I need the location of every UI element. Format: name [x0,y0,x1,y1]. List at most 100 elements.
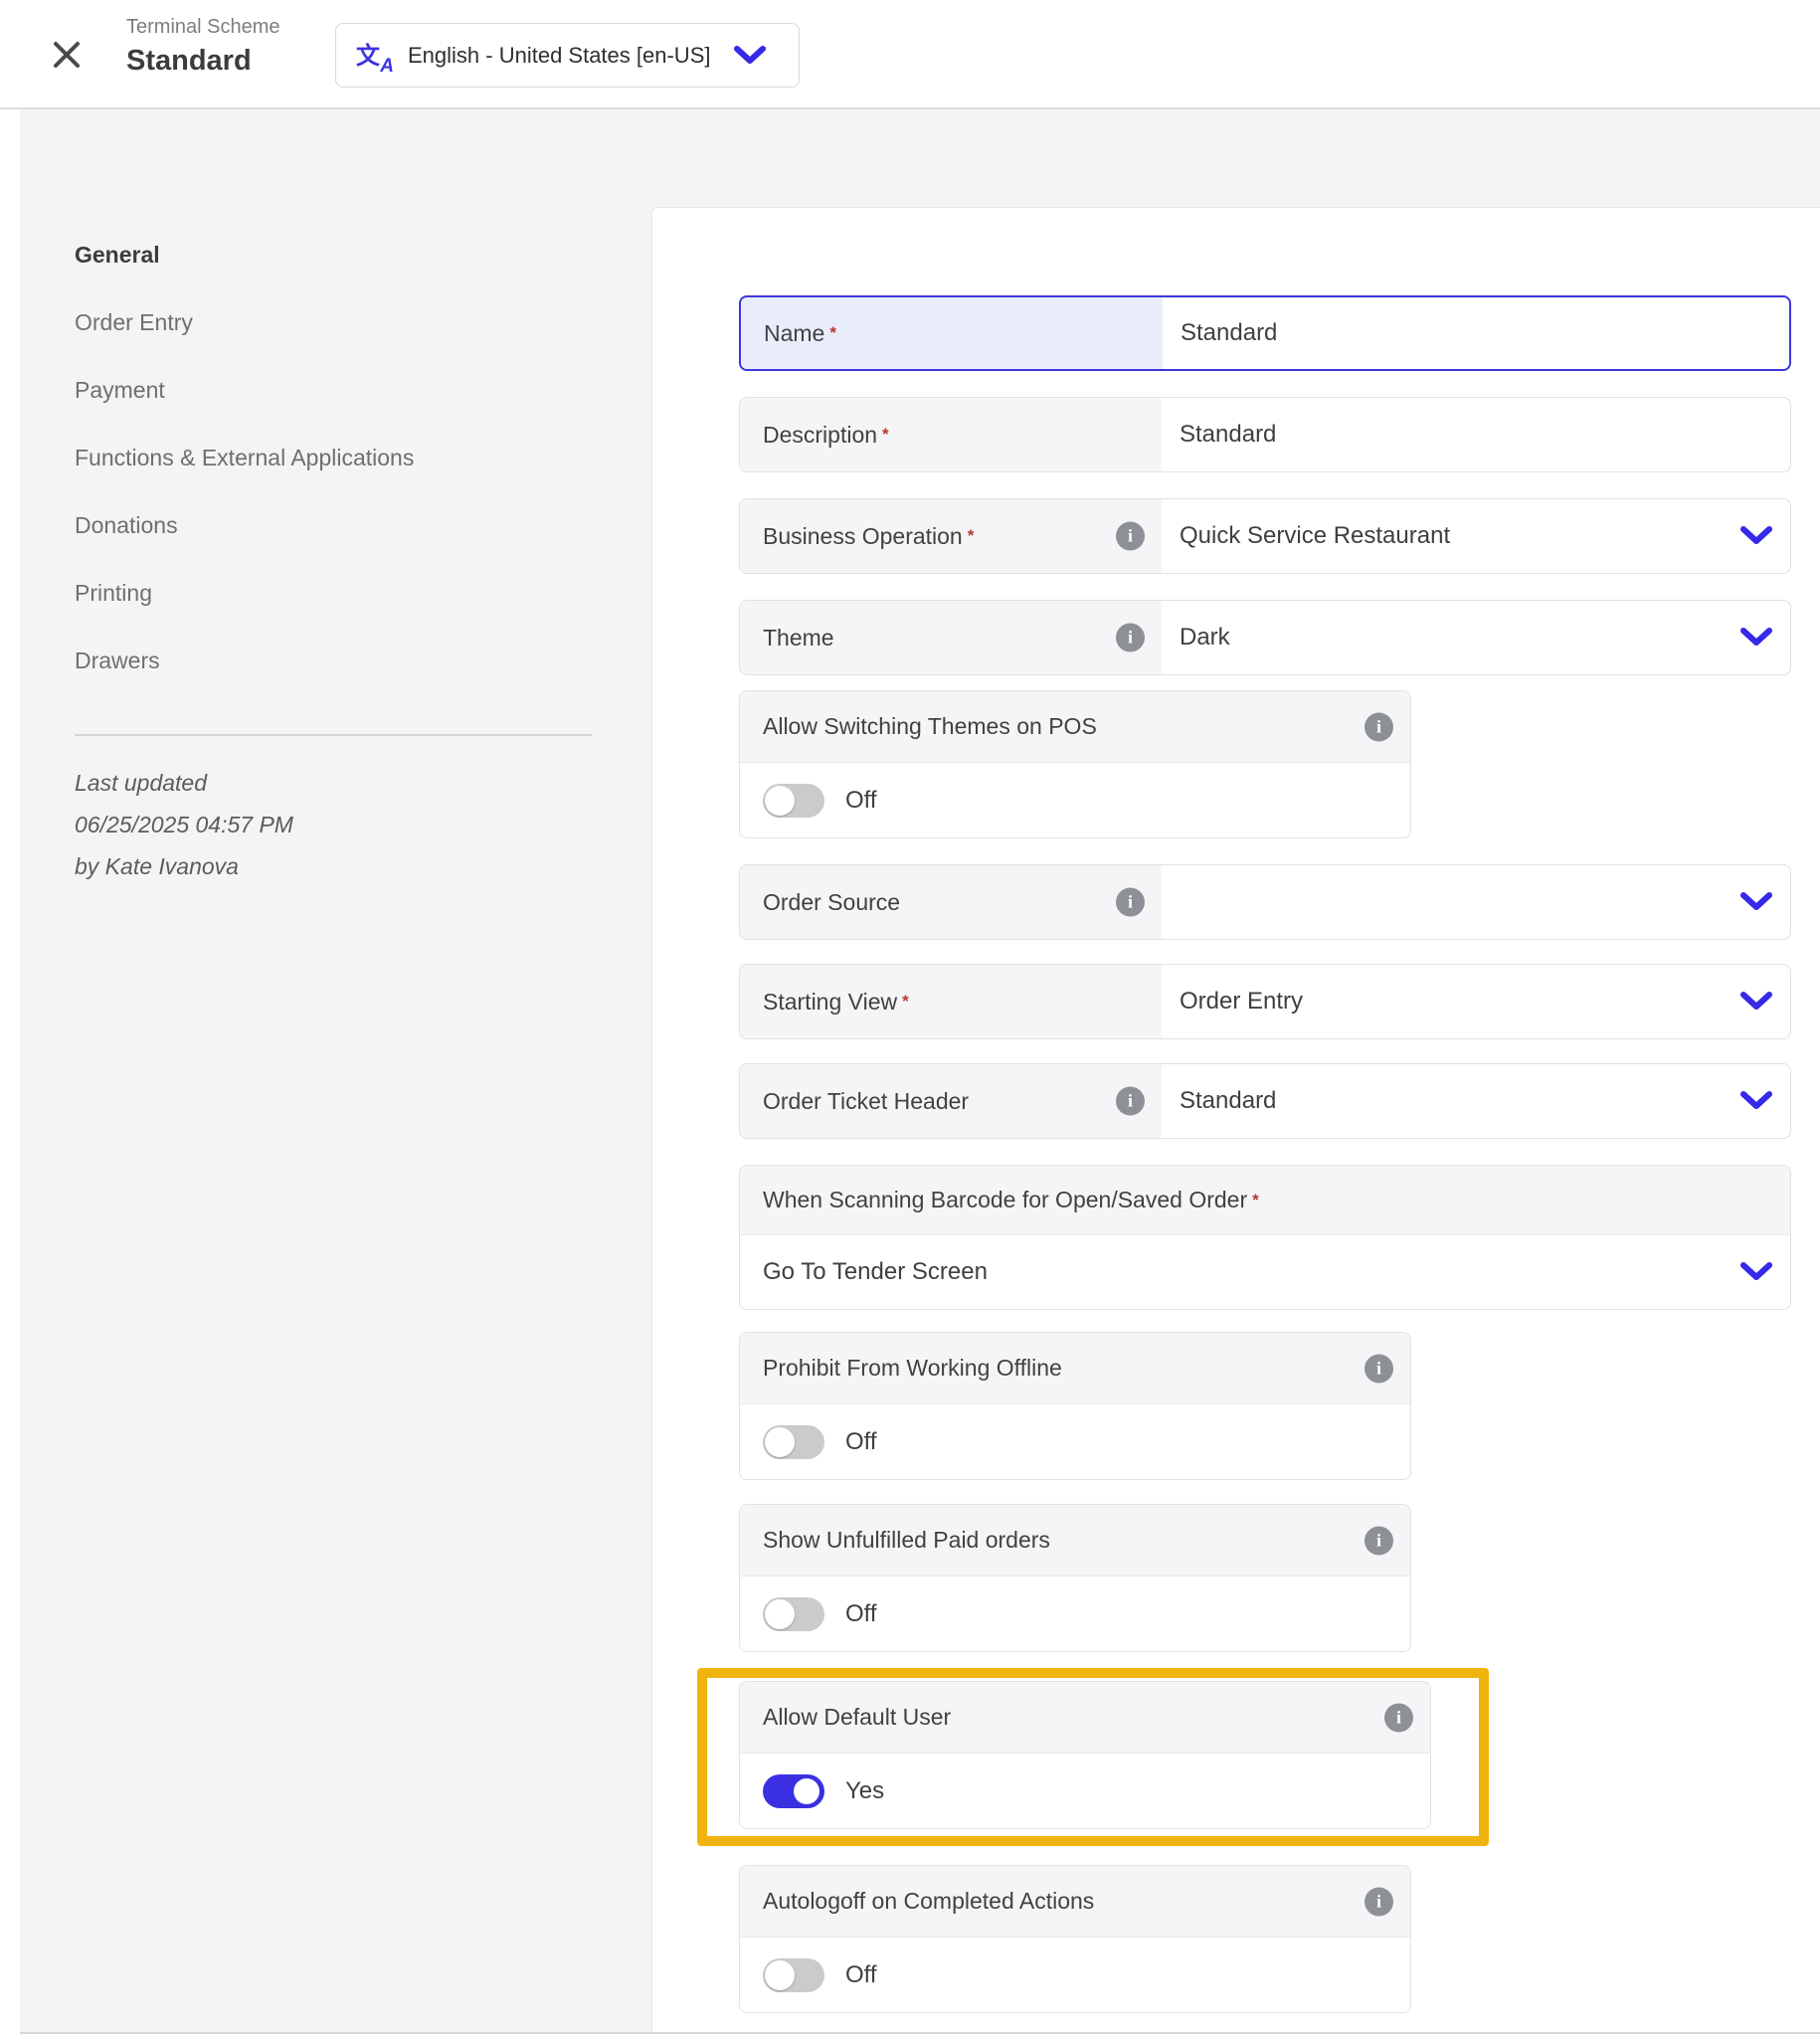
show-unfulfilled-toggle[interactable] [763,1597,824,1631]
info-icon[interactable]: i [1365,1887,1393,1916]
sidebar-item-drawers[interactable]: Drawers [75,627,632,694]
content-background: General Order Entry Payment Functions & … [20,109,1820,2034]
chevron-down-icon [1738,991,1774,1013]
autologoff-toggle[interactable] [763,1958,824,1992]
toggle-knob [765,1599,795,1629]
name-input[interactable]: Standard [1163,297,1789,369]
sidebar-item-donations[interactable]: Donations [75,491,632,559]
last-updated-block: Last updated 06/25/2025 04:57 PM by Kate… [75,762,632,887]
allow-default-user-toggle[interactable] [763,1774,824,1808]
allow-switching-themes-card: Allow Switching Themes on POS i Off [739,690,1411,838]
info-icon[interactable]: i [1116,1087,1145,1116]
allow-default-user-state: Yes [845,1777,884,1805]
show-unfulfilled-state: Off [845,1600,877,1628]
allow-switching-themes-toggle[interactable] [763,784,824,818]
sidebar-item-order-entry[interactable]: Order Entry [75,288,632,356]
terminal-scheme-page: Terminal Scheme Standard 文 A English - U… [0,0,1820,2039]
business-operation-label-cell: Business Operation* i [740,499,1162,573]
order-ticket-header-select[interactable]: Standard [1162,1064,1790,1138]
business-operation-value: Quick Service Restaurant [1180,522,1450,550]
barcode-scan-field: When Scanning Barcode for Open/Saved Ord… [739,1165,1791,1310]
allow-switching-themes-body: Off [740,763,1410,837]
toggle-knob [765,786,795,816]
page-eyebrow: Terminal Scheme [126,16,280,39]
theme-value: Dark [1180,624,1230,651]
info-icon[interactable]: i [1116,624,1145,652]
description-input[interactable]: Standard [1162,398,1790,471]
close-icon[interactable] [50,38,84,72]
chevron-down-icon [1738,627,1774,649]
autologoff-state: Off [845,1961,877,1989]
chevron-down-icon [1738,891,1774,913]
name-field[interactable]: Name* Standard [739,295,1791,371]
theme-field[interactable]: Theme i Dark [739,600,1791,675]
description-label-cell: Description* [740,398,1162,471]
autologoff-label: Autologoff on Completed Actions [763,1888,1094,1915]
last-updated-author: by Kate Ivanova [75,845,632,887]
order-source-label: Order Source [763,889,900,916]
info-icon[interactable]: i [1116,888,1145,917]
order-source-field[interactable]: Order Source i [739,864,1791,940]
barcode-scan-label-cell: When Scanning Barcode for Open/Saved Ord… [740,1166,1790,1235]
toggle-knob [794,1778,819,1804]
business-operation-select[interactable]: Quick Service Restaurant [1162,499,1790,573]
business-operation-label: Business Operation [763,523,963,550]
info-icon[interactable]: i [1384,1703,1413,1732]
order-ticket-header-value: Standard [1180,1087,1276,1115]
sidebar-item-functions-external-applications[interactable]: Functions & External Applications [75,424,632,491]
general-settings-panel: Name* Standard Description* Standard Bus… [651,207,1820,2032]
business-operation-field[interactable]: Business Operation* i Quick Service Rest… [739,498,1791,574]
description-field[interactable]: Description* Standard [739,397,1791,472]
info-icon[interactable]: i [1365,712,1393,741]
required-mark: * [882,425,889,445]
prohibit-offline-state: Off [845,1428,877,1456]
autologoff-card: Autologoff on Completed Actions i Off [739,1865,1411,2013]
autologoff-header: Autologoff on Completed Actions i [740,1866,1410,1938]
last-updated-timestamp: 06/25/2025 04:57 PM [75,804,632,845]
starting-view-value: Order Entry [1180,988,1303,1016]
prohibit-offline-toggle[interactable] [763,1425,824,1459]
starting-view-label-cell: Starting View* [740,965,1162,1038]
barcode-scan-label: When Scanning Barcode for Open/Saved Ord… [763,1187,1247,1213]
allow-default-user-body: Yes [740,1754,1430,1828]
language-dropdown[interactable]: 文 A English - United States [en-US] [335,23,800,88]
sidebar-divider [75,734,592,736]
allow-default-user-card: Allow Default User i Yes [739,1681,1431,1829]
prohibit-offline-body: Off [740,1404,1410,1479]
chevron-down-icon [1738,1090,1774,1112]
required-mark: * [829,323,836,343]
starting-view-label: Starting View [763,989,897,1016]
order-ticket-header-label: Order Ticket Header [763,1088,969,1115]
theme-select[interactable]: Dark [1162,601,1790,674]
starting-view-field[interactable]: Starting View* Order Entry [739,964,1791,1039]
starting-view-select[interactable]: Order Entry [1162,965,1790,1038]
info-icon[interactable]: i [1365,1354,1393,1383]
required-mark: * [902,992,909,1012]
allow-switching-themes-header: Allow Switching Themes on POS i [740,691,1410,763]
theme-label: Theme [763,625,834,651]
barcode-scan-select[interactable]: Go To Tender Screen [740,1235,1790,1309]
sidebar-item-payment[interactable]: Payment [75,356,632,424]
order-ticket-header-field[interactable]: Order Ticket Header i Standard [739,1063,1791,1139]
header-bar: Terminal Scheme Standard 文 A English - U… [0,0,1820,109]
chevron-down-icon [732,45,768,67]
section-nav: General Order Entry Payment Functions & … [75,221,632,887]
chevron-down-icon [1738,525,1774,547]
page-title: Standard [126,45,280,78]
allow-default-user-header: Allow Default User i [740,1682,1430,1754]
last-updated-label: Last updated [75,762,632,804]
toggle-knob [765,1427,795,1457]
sidebar-item-printing[interactable]: Printing [75,559,632,627]
translate-icon: 文 A [356,38,392,74]
info-icon[interactable]: i [1365,1526,1393,1555]
info-icon[interactable]: i [1116,522,1145,551]
order-ticket-header-label-cell: Order Ticket Header i [740,1064,1162,1138]
highlight-box: Allow Default User i Yes [697,1668,1489,1846]
allow-default-user-label: Allow Default User [763,1704,951,1731]
allow-switching-themes-state: Off [845,787,877,815]
show-unfulfilled-card: Show Unfulfilled Paid orders i Off [739,1504,1411,1652]
description-label: Description [763,422,877,449]
order-source-select[interactable] [1162,865,1790,939]
prohibit-offline-header: Prohibit From Working Offline i [740,1333,1410,1404]
sidebar-item-general[interactable]: General [75,221,632,288]
